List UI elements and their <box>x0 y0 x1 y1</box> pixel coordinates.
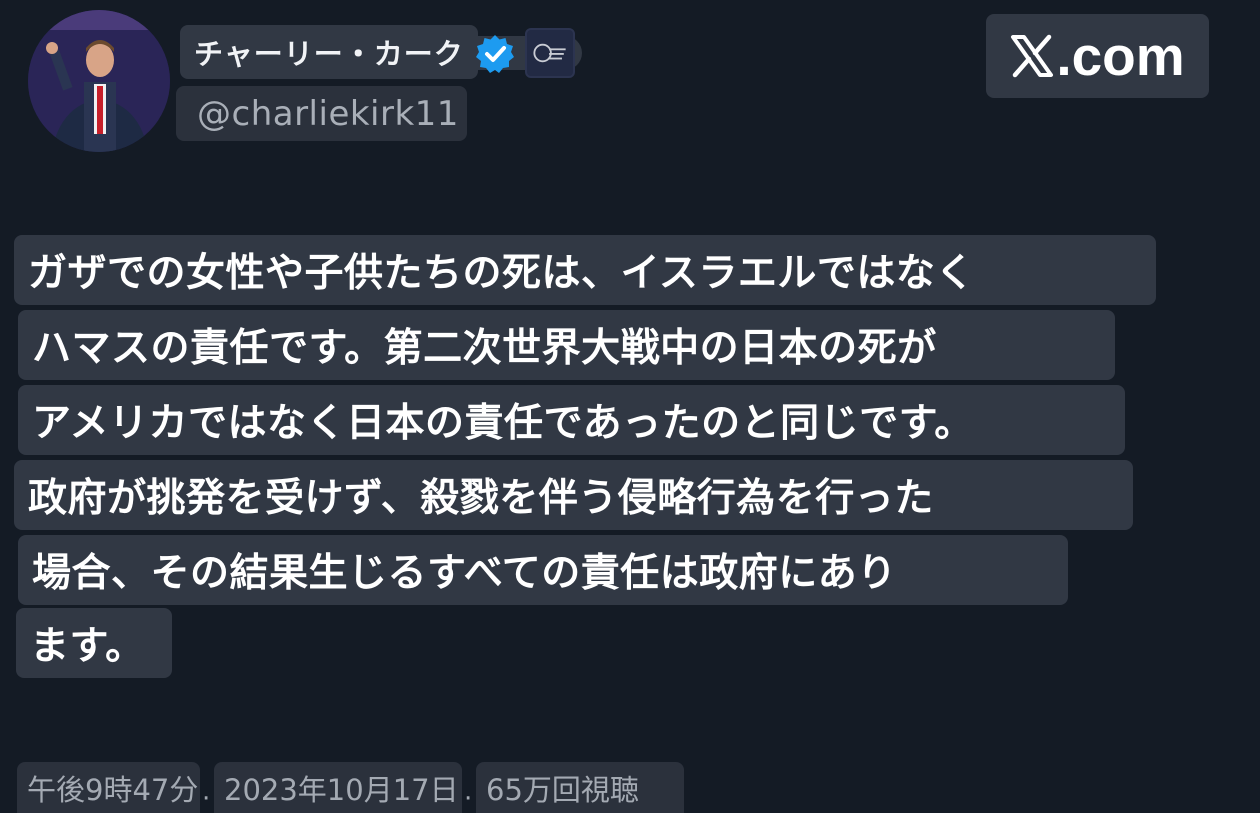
tweet-line: 場合、その結果生じるすべての責任は政府にあり <box>18 535 1068 605</box>
meta-separator: · <box>464 784 473 813</box>
tweet-date[interactable]: 2023年10月17日 <box>214 762 462 813</box>
tweet-line: ガザでの女性や子供たちの死は、イスラエルではなく <box>14 235 1156 305</box>
tweet-time[interactable]: 午後9時47分 <box>17 762 200 813</box>
avatar-image <box>28 10 170 152</box>
site-label: .com <box>1056 25 1185 87</box>
avatar[interactable] <box>28 10 170 152</box>
site-watermark: .com <box>986 14 1209 98</box>
author-handle[interactable]: @charliekirk11 <box>176 86 467 141</box>
tweet-line: 政府が挑発を受けず、殺戮を伴う侵略行為を行った <box>14 460 1133 530</box>
tweet-screenshot: チャーリー・カーク @charliekirk11 .com ガザでの女性や子供た… <box>0 0 1260 813</box>
author-name[interactable]: チャーリー・カーク <box>180 25 478 79</box>
tweet-line: アメリカではなく日本の責任であったのと同じです。 <box>18 385 1125 455</box>
tweet-line: ます。 <box>16 608 172 678</box>
organization-badge-icon[interactable] <box>525 28 575 78</box>
verified-badge-icon[interactable] <box>474 33 516 75</box>
x-logo-icon <box>1011 34 1054 78</box>
tweet-line: ハマスの責任です。第二次世界大戦中の日本の死が <box>18 310 1115 380</box>
meta-separator: · <box>202 784 211 813</box>
tweet-views[interactable]: 65万回視聴 <box>476 762 684 813</box>
